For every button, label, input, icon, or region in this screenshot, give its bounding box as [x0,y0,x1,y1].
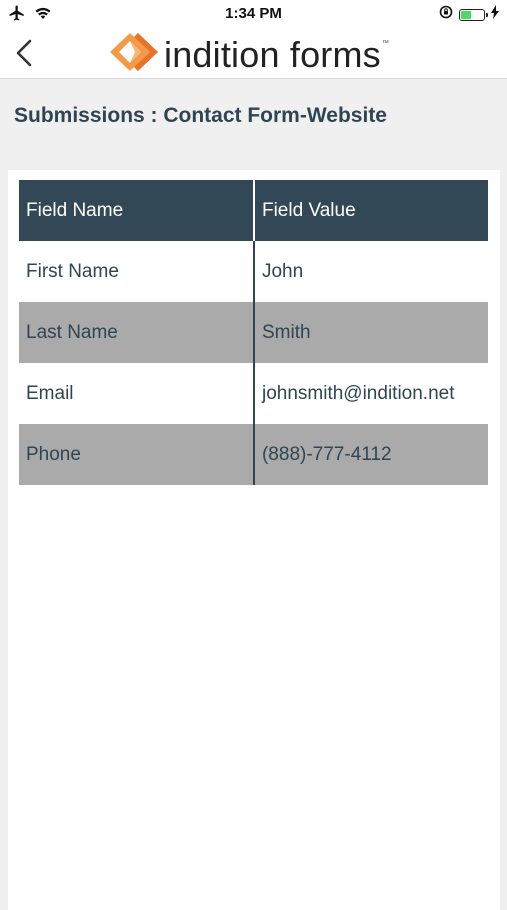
cell-field-name: Email [26,382,74,404]
back-button[interactable] [10,36,40,70]
submission-card: Field Name Field Value First Name John L… [8,170,500,910]
cell-field-value: John [261,260,304,282]
submission-table: Field Name Field Value First Name John L… [19,180,488,485]
brand: indition forms ™ [110,31,389,78]
chevron-left-icon [10,39,40,74]
battery-level [461,10,471,19]
nav-bar: indition forms ™ [0,28,507,79]
table-row: Phone (888)-777-4112 [19,424,488,485]
table-row: First Name John [19,241,488,302]
cell-field-value: (888)-777-4112 [254,424,488,485]
cell-field-value: Smith [254,302,488,363]
header-field-name: Field Name [19,180,253,241]
status-bar: 1:34 PM [0,0,507,28]
status-time: 1:34 PM [225,5,282,22]
cell-field-name: Phone [19,424,253,485]
table-row: Email johnsmith@indition.net [19,363,488,424]
brand-name: indition forms [164,33,381,75]
cell-field-value: johnsmith@indition.net [261,382,455,404]
header-field-value: Field Value [254,180,488,241]
table-row: Last Name Smith [19,302,488,363]
page-title: Submissions : Contact Form-Website [14,104,387,127]
cell-field-name: First Name [26,260,119,282]
table-header: Field Name Field Value [19,180,488,241]
orientation-lock-icon [439,5,453,24]
charging-icon [491,5,499,24]
status-right-icons [439,5,499,24]
brand-trademark: ™ [381,40,389,47]
brand-logo-icon [110,31,158,78]
cell-field-name: Last Name [19,302,253,363]
battery-icon [459,8,488,21]
